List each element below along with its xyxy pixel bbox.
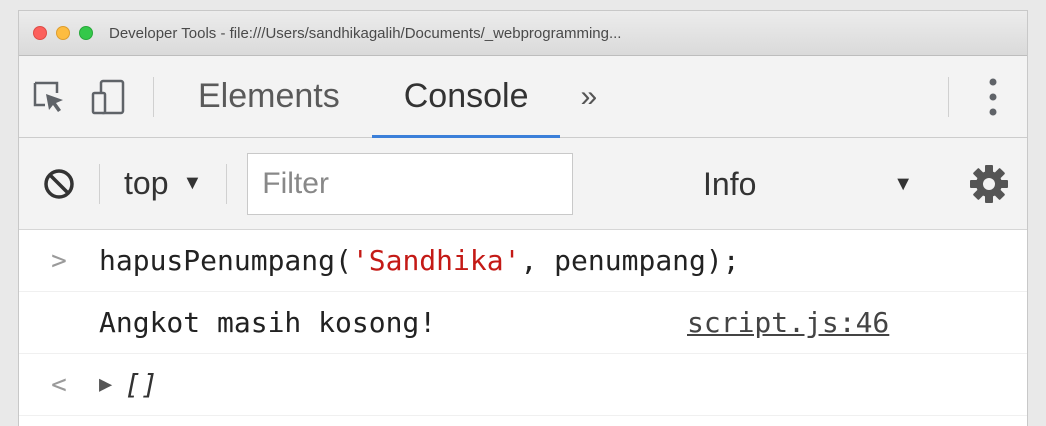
log-message: Angkot masih kosong!	[99, 306, 437, 339]
console-settings-button[interactable]	[965, 138, 1013, 230]
settings-gear-icon	[970, 165, 1008, 203]
result-value[interactable]: []	[124, 368, 158, 401]
tab-bar-divider-right	[948, 77, 949, 117]
context-label: top	[124, 165, 169, 201]
inspect-element-button[interactable]	[19, 56, 79, 138]
customize-menu-button[interactable]	[973, 56, 1013, 138]
expand-triangle-icon[interactable]: ▶	[99, 372, 112, 397]
window-title: Developer Tools - file:///Users/sandhika…	[109, 24, 622, 42]
chevron-down-icon: ▼	[182, 172, 203, 194]
console-result-line: < ▶ []	[19, 354, 1027, 416]
input-prompt-icon: >	[51, 245, 67, 276]
console-toolbar: top ▼ Info ▼	[19, 138, 1027, 230]
log-levels-dropdown[interactable]: Info ▼	[683, 138, 913, 230]
devtools-window: Developer Tools - file:///Users/sandhika…	[18, 10, 1028, 426]
chevron-down-icon: ▼	[893, 172, 913, 195]
device-toolbar-button[interactable]	[79, 56, 139, 138]
title-bar: Developer Tools - file:///Users/sandhika…	[19, 11, 1027, 56]
zoom-window-button[interactable]	[79, 26, 93, 40]
tab-console[interactable]: Console	[371, 56, 561, 138]
minimize-window-button[interactable]	[56, 26, 70, 40]
console-log-line: Angkot masih kosong! script.js:46	[19, 292, 1027, 354]
command-text: hapusPenumpang('Sandhika', penumpang);	[99, 244, 740, 277]
tab-bar-divider	[153, 76, 154, 117]
close-window-button[interactable]	[33, 26, 47, 40]
device-toggle-icon	[91, 79, 125, 114]
source-link[interactable]: script.js:46	[687, 306, 889, 339]
tab-elements[interactable]: Elements	[166, 56, 372, 138]
clear-console-button[interactable]	[19, 138, 99, 230]
console-output[interactable]: > hapusPenumpang('Sandhika', penumpang);…	[19, 230, 1027, 416]
window-controls	[33, 26, 93, 40]
clear-console-icon	[44, 168, 74, 199]
command-string-arg: 'Sandhika'	[351, 244, 521, 277]
command-rest: , penumpang);	[520, 244, 740, 277]
command-function: hapusPenumpang(	[99, 244, 352, 277]
toolbar-divider	[226, 163, 228, 204]
kebab-menu-icon	[989, 78, 997, 116]
filter-input[interactable]	[247, 152, 574, 215]
log-levels-label: Info	[703, 165, 757, 202]
more-tabs-icon[interactable]: »	[560, 56, 617, 138]
devtools-tab-bar: Elements Console »	[19, 56, 1027, 138]
result-prompt-icon: <	[51, 369, 67, 400]
context-selector[interactable]: top ▼	[100, 165, 226, 202]
console-input-line: > hapusPenumpang('Sandhika', penumpang);	[19, 230, 1027, 292]
inspect-element-icon	[33, 81, 63, 112]
